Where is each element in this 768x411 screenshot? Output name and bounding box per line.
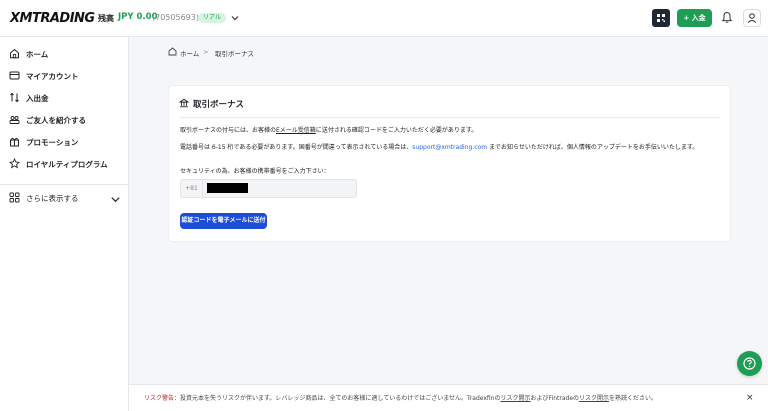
sidebar-item-label: 入出金 — [26, 94, 49, 103]
email-inbox-text: Eメール受信箱 — [276, 127, 316, 134]
phone-field[interactable]: +81 — [180, 179, 357, 198]
sidebar-item-promotions[interactable]: プロモーション — [0, 132, 129, 152]
balance-label: 残高 — [98, 14, 114, 23]
sidebar-item-home[interactable]: ホーム — [0, 44, 129, 64]
chevron-down-icon — [111, 197, 120, 203]
risk-text-part: およびFintradeの — [530, 395, 580, 402]
sidebar-item-show-more[interactable]: さらに表示する — [0, 188, 129, 208]
sidebar-item-label: ホーム — [26, 50, 49, 59]
gift-icon — [10, 137, 19, 147]
instruction-text-part: 取引ボーナスの付与には、お客様の — [180, 127, 277, 134]
risk-disclosure-link-2[interactable]: リスク開示 — [579, 395, 609, 402]
home-icon — [10, 48, 19, 59]
sidebar-item-my-account[interactable]: マイアカウント — [0, 66, 129, 86]
redacted-phone-number — [207, 183, 248, 193]
phone-field-label: セキュリティの為、お客様の携帯番号をご入力下さい： — [180, 168, 330, 175]
sidebar-item-label: さらに表示する — [26, 194, 79, 203]
card-divider — [179, 117, 720, 118]
bell-icon[interactable] — [721, 11, 733, 24]
instruction-text-part: に送付される確認コードをご入力いただく必要があります。 — [315, 127, 478, 134]
qr-icon — [657, 14, 665, 22]
transfer-icon — [10, 92, 19, 103]
people-icon — [9, 116, 20, 124]
instruction-text: 取引ボーナスの付与には、お客様のEメール受信箱に送付される確認コードをご入力いた… — [180, 125, 477, 134]
breadcrumb-home[interactable]: ホーム — [180, 48, 199, 58]
chevron-down-icon[interactable] — [230, 13, 240, 23]
star-icon — [9, 158, 20, 169]
breadcrumb-current: 取引ボーナス — [215, 50, 254, 58]
risk-warning-bar: リスク警告：投資元本を失うリスクが伴います。レバレッジ商品は、全てのお客様に適し… — [129, 384, 768, 411]
xm-logo[interactable]: XMTRADING — [10, 11, 95, 26]
support-email-link[interactable]: support@xmtrading.com — [412, 144, 487, 151]
top-header: XMTRADING 残高 JPY 0.00 (70505693) リアル + 入… — [0, 0, 768, 37]
sidebar-item-label: ご友人を紹介する — [26, 116, 86, 125]
sidebar-item-label: マイアカウント — [26, 72, 79, 81]
sidebar-item-deposit-withdraw[interactable]: 入出金 — [0, 88, 129, 108]
risk-warning-label: リスク警告： — [144, 395, 181, 402]
sidebar-item-refer-friend[interactable]: ご友人を紹介する — [0, 110, 129, 130]
country-code-prefix: +81 — [181, 180, 203, 197]
sidebar-item-label: ロイヤルティプログラム — [26, 160, 108, 169]
sidebar-item-loyalty[interactable]: ロイヤルティプログラム — [0, 154, 129, 174]
user-icon — [747, 13, 757, 23]
close-icon[interactable]: × — [746, 393, 754, 403]
risk-disclosure-link-1[interactable]: リスク開示 — [501, 395, 531, 402]
phone-note-text: 電話番号は 6-15 桁である必要があります。国番号が間違って表示されている場合… — [180, 142, 698, 151]
user-menu-button[interactable] — [743, 9, 761, 27]
question-icon — [743, 357, 756, 370]
risk-text-part: 投資元本を失うリスクが伴います。レバレッジ商品は、全てのお客様に適しているわけで… — [180, 395, 501, 402]
bank-icon — [179, 98, 189, 108]
account-id: (70505693) — [152, 13, 199, 22]
sidebar-divider — [0, 184, 129, 185]
home-icon[interactable] — [168, 47, 177, 56]
risk-warning-text: リスク警告：投資元本を失うリスクが伴います。レバレッジ商品は、全てのお客様に適し… — [144, 393, 657, 402]
qr-code-button[interactable] — [652, 9, 670, 27]
deposit-button[interactable]: + 入金 — [677, 9, 712, 27]
account-type-badge: リアル — [198, 13, 226, 23]
phone-note-part: までお知らせいただければ、個人情報のアップデートをお手伝いいたします。 — [487, 144, 699, 151]
risk-text-part: を熟読ください。 — [609, 395, 658, 402]
trading-bonus-card: 取引ボーナス 取引ボーナスの付与には、お客様のEメール受信箱に送付される確認コー… — [169, 86, 730, 241]
breadcrumb-separator: > — [203, 48, 209, 56]
help-chat-button[interactable] — [737, 351, 762, 376]
send-code-button[interactable]: 認証コードを電子メールに送付 — [180, 213, 267, 229]
phone-note-part: 電話番号は 6-15 桁である必要があります。国番号が間違って表示されている場合… — [180, 144, 413, 151]
card-title: 取引ボーナス — [193, 100, 245, 110]
grid-icon — [9, 192, 20, 203]
sidebar-item-label: プロモーション — [26, 138, 79, 147]
sidebar: ホーム マイアカウント 入出金 ご友人を紹介する プロモーション ロイヤルティプ… — [0, 37, 129, 411]
card-icon — [9, 71, 20, 80]
